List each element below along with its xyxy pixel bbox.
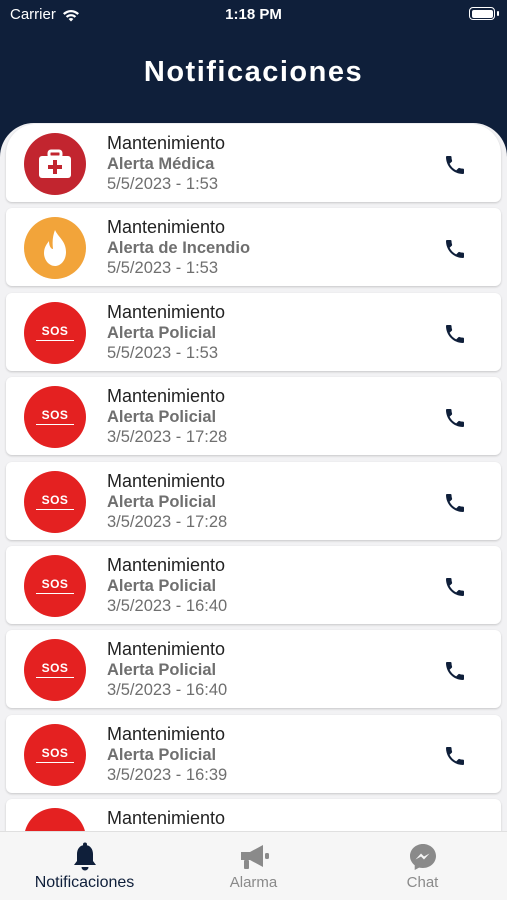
notifications-list-container[interactable]: Mantenimiento Alerta Médica 5/5/2023 - 1:5… (0, 123, 507, 831)
notification-texts: Mantenimiento Alerta Policial 3/5/2023 - 1… (107, 639, 227, 701)
notification-title: Mantenimiento (107, 133, 226, 153)
alert-type-avatar: SOS (24, 386, 86, 449)
notification-card[interactable]: SOS Mantenimiento Alerta Policial 3/5/2023 … (6, 630, 501, 709)
notification-datetime: 5/5/2023 - 1:53 (107, 259, 219, 278)
notification-title: Mantenimiento (107, 555, 226, 575)
sos-icon: SOS (35, 409, 75, 426)
phone-icon[interactable] (443, 744, 467, 768)
phone-icon[interactable] (443, 575, 467, 599)
notification-type: Alerta Policial (107, 577, 217, 595)
sos-icon: SOS (35, 662, 75, 679)
notification-card[interactable]: SOS Mantenimiento Alerta Policial 3/5/2023 … (6, 377, 501, 456)
notification-texts: Mantenimiento Alerta Médica 5/5/2023 - 1:5… (107, 133, 225, 195)
phone-icon[interactable] (443, 406, 467, 430)
sos-icon: SOS (35, 747, 75, 763)
notification-texts: Mantenimiento Alerta de Incendio 5/5/2023 … (107, 217, 250, 279)
notification-type: Alerta Policial (107, 492, 217, 511)
notification-type: Alerta Policial (107, 745, 217, 764)
phone-icon[interactable] (443, 659, 467, 683)
megaphone-icon (240, 845, 269, 869)
alert-type-avatar: SOS (24, 639, 86, 702)
notification-texts: Mantenimiento Alerta Policial 3/5/2023 - 1… (107, 555, 227, 617)
phone-icon[interactable] (443, 237, 467, 261)
notification-card[interactable]: SOS Mantenimiento Alerta Policial 3/5/2023 … (6, 546, 501, 624)
status-bar: Carrier 1:18 PM (0, 0, 507, 30)
tab-label: Chat (406, 874, 439, 891)
tab-alarma[interactable]: Alarma (169, 832, 338, 900)
notification-texts: Mantenimiento Alerta Policial 3/5/2023 - 1… (107, 471, 227, 533)
notification-type: Alerta Médica (107, 155, 215, 173)
notification-title: Mantenimiento (107, 639, 226, 660)
messenger-icon (409, 844, 436, 870)
sos-icon: SOS (35, 325, 75, 341)
notification-datetime: 3/5/2023 - 17:28 (107, 428, 228, 447)
tab-label: Notificaciones (34, 874, 135, 891)
status-time: 1:18 PM (225, 6, 282, 23)
notification-card[interactable]: Mantenimiento Alerta de Incendio 5/5/2023 … (6, 208, 501, 287)
battery-cap (497, 11, 499, 16)
notification-texts: Mantenimiento Alerta Policial 3/5/2023 - 1… (107, 386, 227, 448)
notification-type: Alerta Policial (107, 661, 217, 680)
notification-title: Mantenimiento (107, 808, 226, 829)
sos-icon: SOS (35, 578, 75, 594)
tab-notificaciones[interactable]: Notificaciones (0, 832, 169, 900)
notification-title: Mantenimiento (107, 217, 226, 238)
fire-icon (44, 230, 66, 267)
alert-type-avatar: SOS (24, 301, 86, 364)
notification-card[interactable]: SOS Mantenimiento Alerta Policial 3/5/2023 … (6, 714, 501, 793)
sos-icon: SOS (35, 494, 75, 510)
notification-title: Mantenimiento (107, 386, 226, 407)
alert-type-avatar: SOS (24, 470, 86, 533)
notification-texts: Mantenimiento Alerta Policial 5/5/2023 - 1… (107, 302, 225, 364)
notification-type: Alerta Policial (107, 323, 217, 342)
page-title: Notificaciones (143, 56, 364, 88)
phone-icon[interactable] (443, 153, 467, 177)
battery-icon (469, 7, 495, 20)
notification-texts: Mantenimiento (107, 808, 225, 829)
medical-kit-icon (39, 149, 71, 178)
phone-icon[interactable] (443, 322, 467, 346)
alert-type-avatar: SOS (24, 723, 86, 786)
alert-type-avatar (24, 217, 86, 280)
notification-title: Mantenimiento (107, 470, 226, 491)
tab-bar: Notificaciones Alarma Chat (0, 831, 507, 900)
notification-datetime: 5/5/2023 - 1:53 (107, 175, 219, 193)
alert-type-avatar: SOS (24, 555, 86, 617)
notification-title: Mantenimiento (107, 723, 226, 744)
alert-type-avatar (24, 133, 86, 195)
phone-icon[interactable] (443, 491, 467, 515)
notification-datetime: 3/5/2023 - 16:40 (107, 681, 228, 700)
notification-card[interactable]: Mantenimiento (6, 799, 501, 831)
notification-datetime: 3/5/2023 - 16:39 (107, 765, 228, 784)
bell-icon (73, 842, 96, 871)
notification-datetime: 5/5/2023 - 1:53 (107, 343, 219, 362)
notification-title: Mantenimiento (107, 301, 226, 322)
notification-texts: Mantenimiento Alerta Policial 3/5/2023 - 1… (107, 724, 227, 786)
notification-type: Alerta de Incendio (107, 239, 251, 258)
tab-label: Alarma (229, 874, 278, 891)
notification-datetime: 3/5/2023 - 16:40 (107, 597, 228, 615)
notification-datetime: 3/5/2023 - 17:28 (107, 512, 228, 531)
notification-card[interactable]: Mantenimiento Alerta Médica 5/5/2023 - 1:5… (6, 124, 501, 202)
tab-chat[interactable]: Chat (338, 832, 507, 900)
notification-card[interactable]: SOS Mantenimiento Alerta Policial 5/5/2023 … (6, 292, 501, 371)
notification-type: Alerta Policial (107, 408, 217, 427)
alert-type-avatar (24, 808, 86, 831)
notification-card[interactable]: SOS Mantenimiento Alerta Policial 3/5/2023 … (6, 461, 501, 540)
